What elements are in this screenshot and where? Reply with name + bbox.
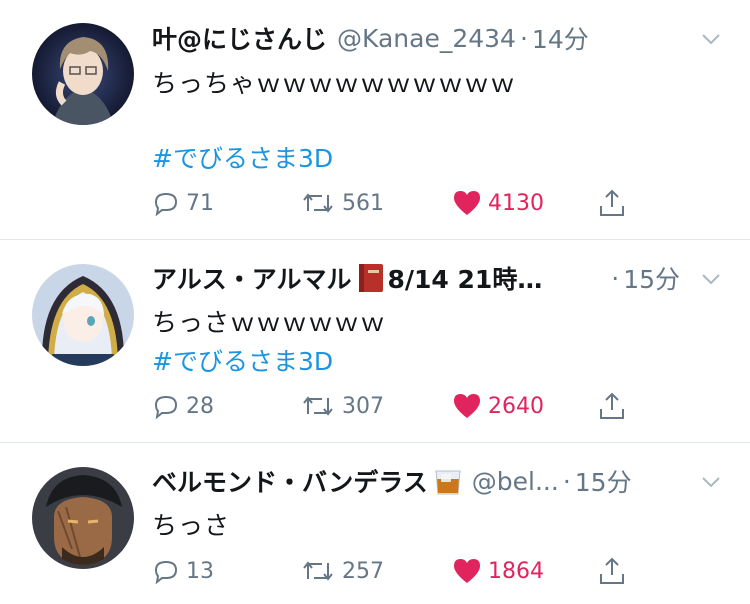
like-button[interactable]: 2640: [452, 388, 544, 424]
timestamp[interactable]: 15分: [575, 463, 632, 499]
reply-icon: [154, 192, 178, 217]
heart-icon: [454, 559, 480, 583]
tweet-actions: 13 257 1864: [152, 553, 712, 589]
retweet-button[interactable]: 307: [300, 388, 384, 424]
tweet-1[interactable]: 叶@にじさんじ @Kanae_2434 · 14分 ちっちゃｗｗｗｗｗｗｗｗｗｗ…: [0, 0, 750, 238]
separator-dot: ·: [611, 263, 620, 293]
tweet-3[interactable]: ベルモンド・バンデラス @bel... · 15分 ちっさ 13 257 186…: [0, 443, 750, 604]
share-icon: [600, 557, 624, 584]
avatar-image: [32, 23, 134, 125]
tweet-text: ちっさｗｗｗｗｗｗ: [152, 308, 387, 337]
heart-icon: [454, 191, 480, 215]
tweet-header: アルス・アルマル 8/14 21時… · 15分: [152, 258, 720, 298]
user-handle[interactable]: @Kanae_2434: [337, 24, 516, 53]
retweet-button[interactable]: 257: [300, 553, 384, 589]
reply-count: 71: [186, 190, 214, 216]
separator-dot: ·: [562, 466, 571, 496]
timestamp[interactable]: 14分: [532, 20, 589, 56]
like-button[interactable]: 1864: [452, 553, 544, 589]
like-count: 4130: [488, 190, 544, 216]
like-button[interactable]: 4130: [452, 185, 544, 221]
tweet-header: ベルモンド・バンデラス @bel... · 15分: [152, 461, 720, 501]
share-icon: [600, 189, 624, 216]
separator-dot: ·: [519, 23, 528, 53]
avatar-image: [32, 264, 134, 366]
like-count: 2640: [488, 393, 544, 419]
retweet-icon: [303, 396, 333, 416]
share-button[interactable]: [597, 553, 633, 589]
avatar[interactable]: [32, 264, 134, 366]
reply-icon: [154, 395, 178, 420]
tweet-text: ちっちゃｗｗｗｗｗｗｗｗｗｗ: [152, 69, 517, 98]
retweet-count: 307: [342, 393, 384, 419]
retweet-count: 257: [342, 558, 384, 584]
retweet-count: 561: [342, 190, 384, 216]
chevron-down-icon[interactable]: [700, 268, 722, 290]
tweet-header: 叶@にじさんじ @Kanae_2434 · 14分: [152, 18, 720, 58]
retweet-icon: [303, 561, 333, 581]
book-emoji-icon: [358, 264, 383, 292]
avatar[interactable]: [32, 467, 134, 569]
reply-button[interactable]: 13: [152, 553, 214, 589]
share-button[interactable]: [597, 388, 633, 424]
display-name-suffix[interactable]: 8/14 21時…: [388, 260, 543, 296]
display-name[interactable]: 叶@にじさんじ: [152, 20, 327, 56]
chevron-down-icon[interactable]: [700, 471, 722, 493]
reply-count: 13: [186, 558, 214, 584]
hashtag-link[interactable]: #でびるさま3D: [152, 342, 333, 378]
reply-button[interactable]: 28: [152, 388, 214, 424]
reply-icon: [154, 560, 178, 585]
hashtag-link[interactable]: #でびるさま3D: [152, 139, 333, 175]
avatar[interactable]: [32, 23, 134, 125]
timestamp[interactable]: 15分: [623, 260, 680, 296]
like-count: 1864: [488, 558, 544, 584]
heart-icon: [454, 394, 480, 418]
user-handle[interactable]: @bel...: [472, 467, 559, 496]
whisky-glass-emoji-icon: [435, 470, 461, 495]
display-name[interactable]: ベルモンド・バンデラス: [152, 463, 428, 499]
share-icon: [600, 392, 624, 419]
share-button[interactable]: [597, 185, 633, 221]
reply-count: 28: [186, 393, 214, 419]
retweet-icon: [303, 193, 333, 213]
retweet-button[interactable]: 561: [300, 185, 384, 221]
tweet-actions: 28 307 2640: [152, 388, 712, 424]
display-name[interactable]: アルス・アルマル: [152, 260, 352, 296]
tweet-text: ちっさ: [152, 511, 231, 540]
tweet-2[interactable]: アルス・アルマル 8/14 21時… · 15分 ちっさｗｗｗｗｗｗ #でびるさ…: [0, 240, 750, 442]
tweet-actions: 71 561 4130: [152, 185, 712, 221]
reply-button[interactable]: 71: [152, 185, 214, 221]
chevron-down-icon[interactable]: [700, 28, 722, 50]
avatar-image: [32, 467, 134, 569]
